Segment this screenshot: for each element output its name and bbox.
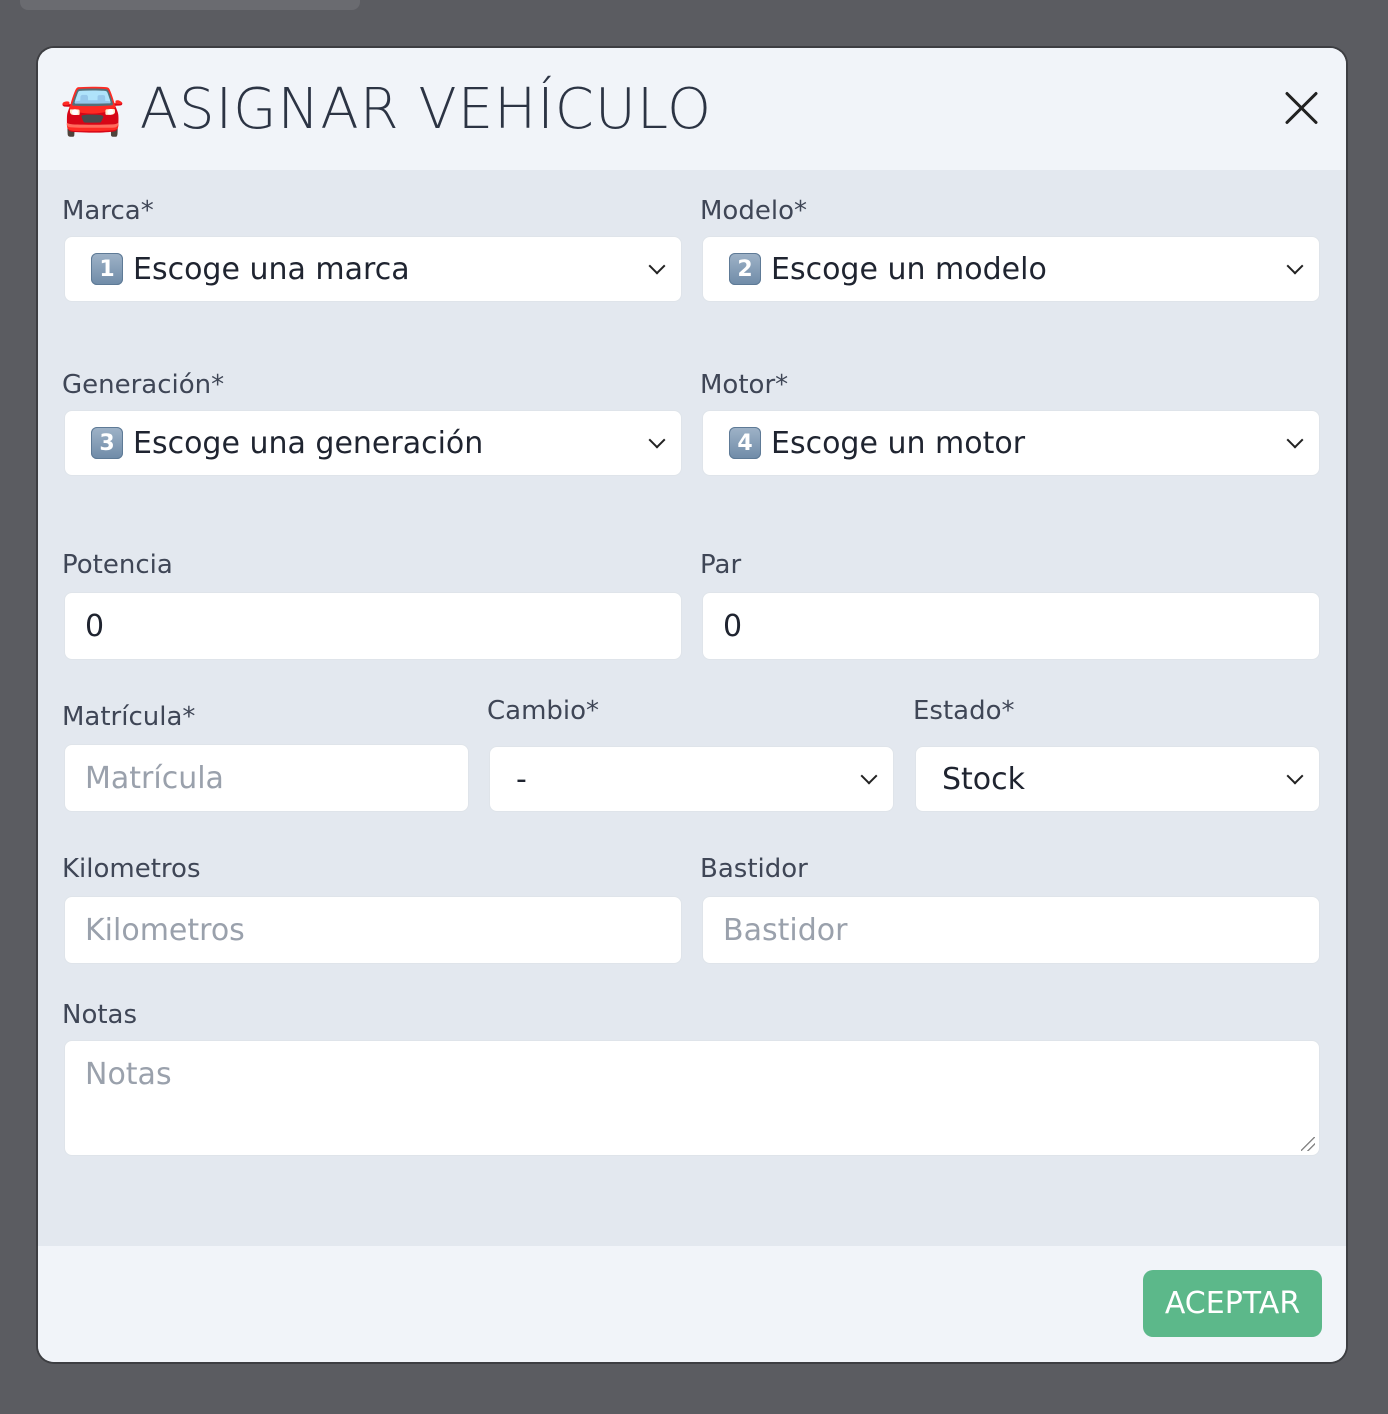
potencia-input[interactable]: 0 [64,592,682,660]
notas-textarea[interactable]: Notas [64,1040,1320,1156]
generacion-select-value: Escoge una generación [133,425,484,461]
keycap-two-icon: 2 [729,253,761,285]
kilometros-label: Kilometros [62,854,201,884]
chevron-down-icon [648,431,666,449]
motor-select[interactable]: 4 Escoge un motor [702,410,1320,476]
matricula-placeholder: Matrícula [85,760,224,796]
estado-select[interactable]: Stock [915,746,1320,812]
chevron-down-icon [1286,767,1304,785]
kilometros-placeholder: Kilometros [85,912,245,948]
assign-vehicle-modal: 🚘 ASIGNAR VEHÍCULO Marca* 1 Escoge una m… [38,48,1346,1362]
motor-label: Motor* [700,370,789,400]
generacion-label: Generación* [62,370,225,400]
estado-label: Estado* [913,696,1015,726]
potencia-input-value: 0 [85,608,105,644]
generacion-select[interactable]: 3 Escoge una generación [64,410,682,476]
modelo-select[interactable]: 2 Escoge un modelo [702,236,1320,302]
par-input[interactable]: 0 [702,592,1320,660]
cambio-select-value: - [516,761,527,797]
background-page-title [20,0,360,10]
notas-placeholder: Notas [85,1057,172,1092]
close-icon[interactable] [1282,88,1322,128]
par-label: Par [700,550,742,580]
modal-footer: ACEPTAR [38,1246,1346,1362]
cambio-label: Cambio* [487,696,600,726]
par-input-value: 0 [723,608,743,644]
modal-title-text: ASIGNAR VEHÍCULO [139,76,713,142]
bastidor-label: Bastidor [700,854,808,884]
car-icon: 🚘 [60,79,126,139]
estado-select-value: Stock [942,761,1026,797]
keycap-three-icon: 3 [91,427,123,459]
chevron-down-icon [648,257,666,275]
notas-label: Notas [62,1000,138,1030]
chevron-down-icon [1286,257,1304,275]
marca-label: Marca* [62,196,154,226]
matricula-label: Matrícula* [62,702,196,732]
kilometros-input[interactable]: Kilometros [64,896,682,964]
modelo-label: Modelo* [700,196,807,226]
marca-select[interactable]: 1 Escoge una marca [64,236,682,302]
cambio-select[interactable]: - [489,746,894,812]
matricula-input[interactable]: Matrícula [64,744,469,812]
accept-button[interactable]: ACEPTAR [1143,1270,1322,1337]
motor-select-value: Escoge un motor [771,425,1026,461]
chevron-down-icon [860,767,878,785]
marca-select-value: Escoge una marca [133,251,410,287]
bastidor-placeholder: Bastidor [723,912,848,948]
keycap-four-icon: 4 [729,427,761,459]
resize-handle-icon[interactable] [1301,1137,1315,1151]
bastidor-input[interactable]: Bastidor [702,896,1320,964]
potencia-label: Potencia [62,550,173,580]
modal-header: 🚘 ASIGNAR VEHÍCULO [38,48,1346,170]
modelo-select-value: Escoge un modelo [771,251,1047,287]
keycap-one-icon: 1 [91,253,123,285]
modal-title: 🚘 ASIGNAR VEHÍCULO [60,72,712,146]
chevron-down-icon [1286,431,1304,449]
